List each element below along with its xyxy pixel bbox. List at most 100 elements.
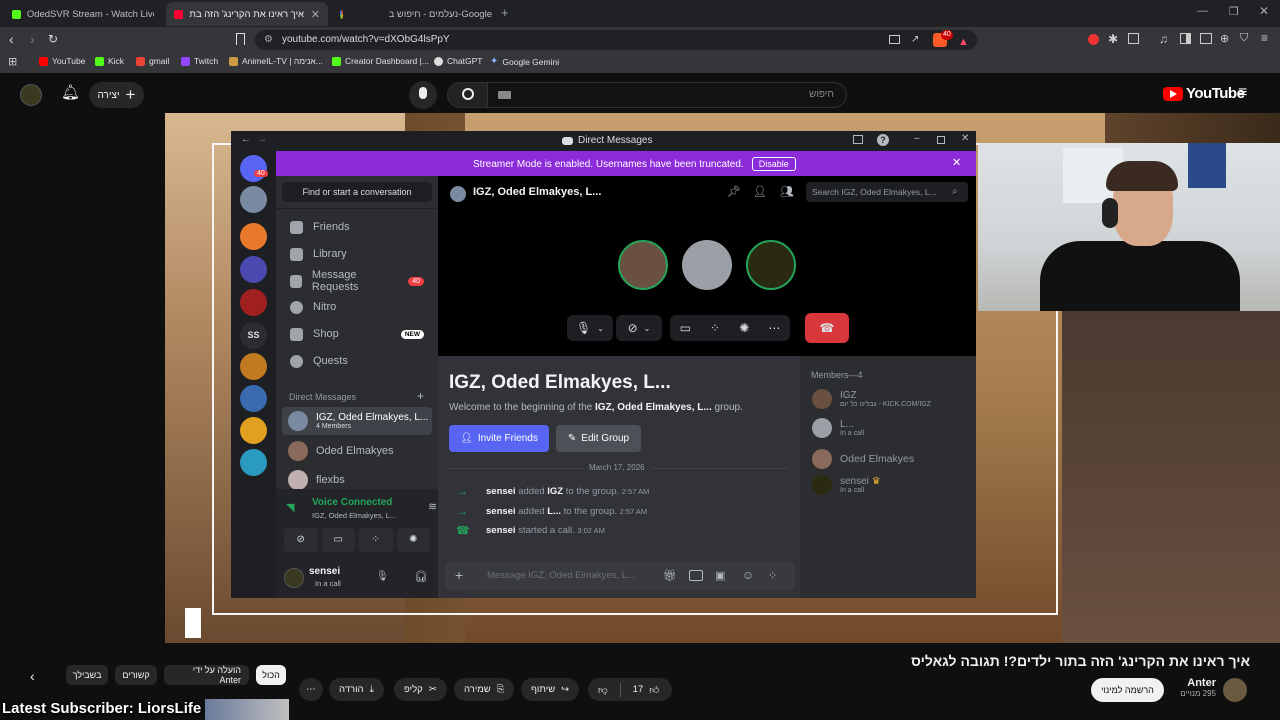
gift-icon[interactable]: 🎁︎: [663, 569, 677, 582]
soundboard-icon[interactable]: ✺: [396, 528, 430, 552]
disable-button[interactable]: Disable: [751, 157, 796, 171]
site-info-icon[interactable]: ⚙: [264, 30, 273, 50]
participant-avatar-igz[interactable]: [618, 240, 668, 290]
new-tab-icon[interactable]: +: [501, 5, 509, 20]
activities-icon[interactable]: ⁘: [710, 321, 720, 335]
tab-google[interactable]: נעלמים - חיפוש ב-Google: [332, 2, 500, 26]
share-button[interactable]: שיתוף ↪: [521, 678, 580, 701]
channel-avatar[interactable]: [1223, 678, 1247, 702]
apps-icon[interactable]: ⁘: [768, 569, 777, 582]
search-input[interactable]: Search IGZ, Oded Elmakyes, L... ⌕: [806, 182, 968, 202]
screen-share-icon[interactable]: ▭: [321, 528, 355, 552]
channel-name[interactable]: Anter: [1170, 677, 1216, 689]
avatar[interactable]: [20, 84, 42, 106]
leave-call-button[interactable]: ☎︎: [805, 313, 849, 343]
notifications-icon[interactable]: 🔔︎: [61, 83, 80, 101]
close-window-icon[interactable]: ✕: [1259, 4, 1269, 18]
minimize-icon[interactable]: –: [914, 133, 920, 144]
bookmark-gemini[interactable]: ✦ Google Gemini: [490, 56, 559, 67]
bookmark-creator-dashboard[interactable]: Creator Dashboard |...: [332, 56, 429, 66]
search-input[interactable]: חיפוש: [487, 82, 847, 108]
invite-friends-button[interactable]: 👤︎ Invite Friends: [449, 425, 549, 452]
member-item-sensei[interactable]: sensei ♛ In a call: [812, 475, 881, 495]
extension-box-icon[interactable]: [1128, 33, 1139, 44]
voice-search-button[interactable]: [409, 81, 437, 109]
dm-item-oded[interactable]: Oded Elmakyes: [282, 437, 432, 465]
wallet-icon[interactable]: [1200, 33, 1212, 44]
find-conversation-input[interactable]: Find or start a conversation: [282, 182, 432, 202]
server-icon-blue[interactable]: [240, 385, 267, 412]
chip-related[interactable]: קשורים: [115, 665, 157, 685]
message-target[interactable]: IGZ: [547, 486, 563, 497]
forward-icon[interactable]: ›: [30, 31, 35, 47]
dm-item-group[interactable]: IGZ, Oded Elmakyes, L... 4 Members: [282, 407, 432, 435]
server-icon-anime[interactable]: [240, 256, 267, 283]
server-icon-orange[interactable]: [240, 353, 267, 380]
avatar[interactable]: [284, 568, 304, 588]
server-icon-ss[interactable]: SS: [240, 322, 267, 349]
extensions-icon[interactable]: ✱: [1108, 32, 1118, 46]
camera-off-icon[interactable]: ⊘: [284, 528, 318, 552]
members-icon[interactable]: 👥︎: [780, 185, 794, 198]
bookmark-gmail[interactable]: gmail: [136, 56, 169, 66]
share-icon[interactable]: ↗: [911, 30, 919, 50]
chip-for-you[interactable]: בשבילך: [66, 665, 108, 685]
activities-icon[interactable]: ⁘: [359, 528, 393, 552]
like-icon[interactable]: 👍︎: [649, 684, 659, 696]
server-icon-yellow[interactable]: [240, 417, 267, 444]
emoji-icon[interactable]: ☺: [742, 568, 754, 582]
help-icon[interactable]: ?: [877, 134, 889, 146]
message-actor[interactable]: sensei: [486, 525, 516, 536]
add-friend-icon[interactable]: 👤︎: [753, 185, 767, 198]
bookmark-animeil[interactable]: AnimeIL-TV | אנימה...: [229, 56, 323, 66]
reload-icon[interactable]: ↻: [48, 32, 58, 46]
clip-button[interactable]: קליפ ✂: [394, 678, 447, 701]
screen-share-icon[interactable]: ▭: [680, 321, 691, 335]
nav-nitro[interactable]: Nitro: [282, 294, 432, 320]
forward-arrow-icon[interactable]: →: [257, 134, 267, 145]
nav-friends[interactable]: Friends: [282, 214, 432, 240]
message-actor[interactable]: sensei: [486, 506, 516, 517]
menu-icon[interactable]: ≡: [1261, 31, 1268, 45]
sticker-icon[interactable]: ▣: [715, 569, 725, 582]
media-icon[interactable]: ♫: [1159, 32, 1168, 46]
create-button[interactable]: יצירה +: [89, 82, 144, 108]
headphones-icon[interactable]: 🎧︎: [414, 570, 428, 583]
back-arrow-icon[interactable]: ←: [241, 134, 251, 145]
nav-library[interactable]: Library: [282, 241, 432, 267]
close-banner-icon[interactable]: ✕: [952, 156, 961, 169]
mute-toggle[interactable]: 🎙︎ ⌄: [567, 315, 613, 341]
bookmark-chatgpt[interactable]: ChatGPT: [434, 56, 482, 66]
keyboard-icon[interactable]: [498, 91, 511, 99]
chip-all[interactable]: הכול: [256, 665, 286, 685]
participant-avatar-l[interactable]: [682, 240, 732, 290]
maximize-icon[interactable]: [937, 136, 945, 144]
search-button[interactable]: [447, 82, 487, 108]
tab-youtube[interactable]: איך ראינו את הקרינג' הזה בתור ✕: [166, 2, 328, 26]
server-icon-g[interactable]: [240, 223, 267, 250]
inbox-icon[interactable]: [853, 135, 863, 144]
bookmark-twitch[interactable]: Twitch: [181, 56, 218, 66]
server-icon-red[interactable]: [240, 289, 267, 316]
hamburger-menu-icon[interactable]: ≡: [1238, 84, 1247, 102]
apps-grid-icon[interactable]: ⊞: [8, 55, 17, 68]
discord-home-icon[interactable]: [240, 155, 267, 182]
subscribe-button[interactable]: הרשמה למינוי: [1091, 678, 1164, 702]
download-button[interactable]: הורדה ⤓: [329, 678, 384, 701]
create-dm-icon[interactable]: +: [417, 389, 424, 403]
edit-group-button[interactable]: ✎ Edit Group: [556, 425, 641, 452]
nav-quests[interactable]: Quests: [282, 348, 432, 374]
bookmark-icon[interactable]: [236, 33, 245, 45]
tab-kick[interactable]: OdedSVR Stream - Watch Live on Kic: [4, 2, 162, 26]
camera-toggle[interactable]: ⊘ ⌄: [616, 315, 662, 341]
dislike-icon[interactable]: 👎︎: [598, 684, 608, 696]
url-bar[interactable]: ⚙ youtube.com/watch?v=dXObG4lsPpY ↗ 40 ▲: [255, 30, 977, 50]
close-icon[interactable]: ✕: [961, 133, 969, 144]
shield-outline-icon[interactable]: ⛉: [1240, 32, 1248, 45]
sidebar-icon[interactable]: [1180, 33, 1191, 44]
message-actor[interactable]: sensei: [486, 486, 516, 497]
nav-message-requests[interactable]: Message Requests 40: [282, 268, 432, 294]
attach-plus-icon[interactable]: +: [455, 567, 463, 583]
nav-shop[interactable]: Shop NEW: [282, 321, 432, 347]
back-icon[interactable]: ‹: [9, 31, 14, 47]
